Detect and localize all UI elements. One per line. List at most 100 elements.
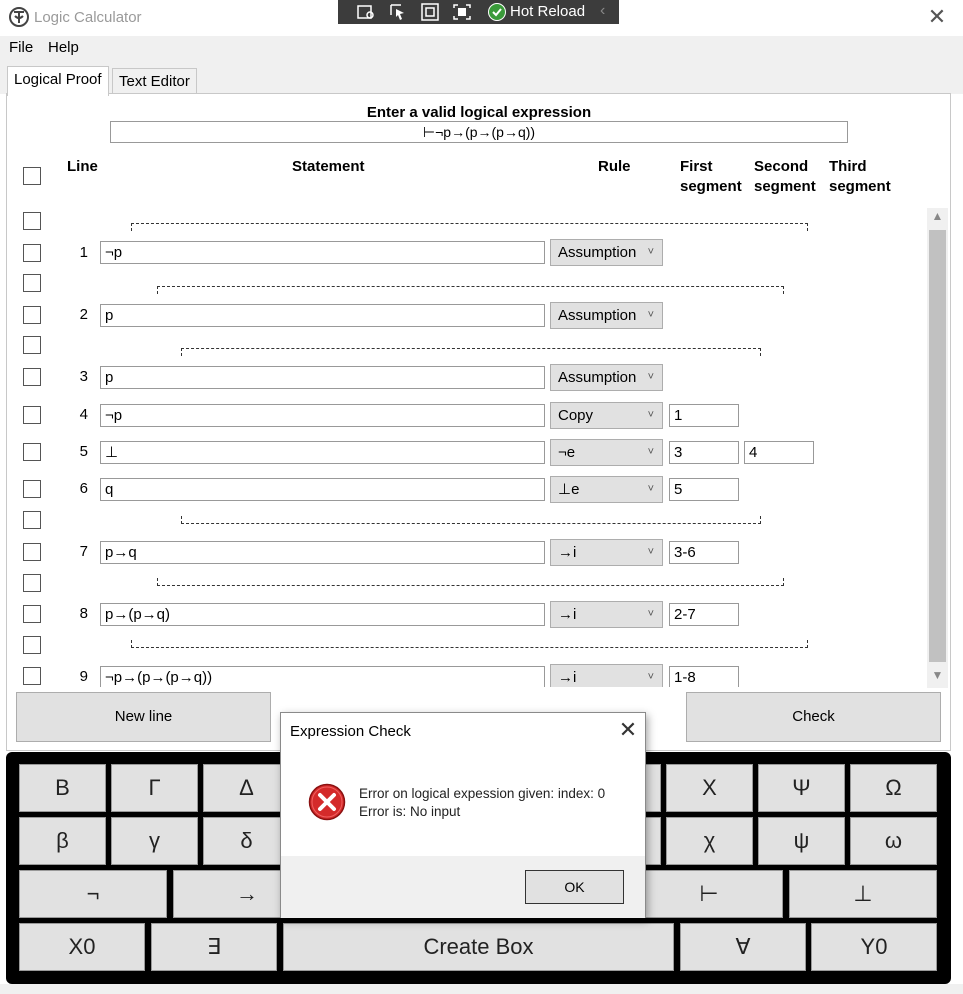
key-chi[interactable]: χ	[666, 817, 753, 865]
rule-dropdown[interactable]: →i ˅	[550, 664, 663, 687]
dialog-close-button[interactable]: ✕	[615, 717, 641, 743]
chevron-down-icon: ˅	[647, 309, 654, 321]
statement-input[interactable]: ⊥	[100, 441, 545, 464]
key-turnstile[interactable]: ⊢	[635, 870, 783, 918]
hot-reload-label[interactable]: Hot Reload	[510, 3, 585, 20]
statement-input[interactable]: p→(p→q)	[100, 603, 545, 626]
key-Beta[interactable]: Β	[19, 764, 106, 812]
dialog-message-line1: Error on logical expession given: index:…	[359, 786, 606, 801]
line-checkbox[interactable]	[23, 605, 41, 623]
key-negation[interactable]: ¬	[19, 870, 167, 918]
key-forall[interactable]: ∀	[680, 923, 806, 971]
rule-value: Copy	[558, 407, 594, 424]
key-beta[interactable]: β	[19, 817, 106, 865]
box-open-bracket	[131, 223, 808, 231]
statement-input[interactable]: p	[100, 304, 545, 327]
expression-input[interactable]: ⊢¬p→(p→(p→q))	[110, 121, 848, 143]
key-Delta[interactable]: Δ	[203, 764, 290, 812]
rule-value: ¬e	[558, 444, 576, 461]
tab-text-editor[interactable]: Text Editor	[112, 68, 197, 94]
first-segment-input[interactable]: 2-7	[669, 603, 739, 626]
rule-dropdown[interactable]: Copy ˅	[550, 402, 663, 429]
chevron-down-icon: ˅	[647, 371, 654, 383]
chevron-down-icon: ˅	[647, 546, 654, 558]
rule-dropdown[interactable]: →i ˅	[550, 601, 663, 628]
line-number: 9	[79, 668, 88, 685]
menu-file[interactable]: File	[9, 39, 33, 56]
statement-input[interactable]: ¬p→(p→(p→q))	[100, 666, 545, 687]
second-segment-input[interactable]: 4	[744, 441, 814, 464]
key-Psi[interactable]: Ψ	[758, 764, 845, 812]
key-gamma[interactable]: γ	[111, 817, 198, 865]
box-row-checkbox[interactable]	[23, 212, 41, 230]
first-segment-input[interactable]: 1-8	[669, 666, 739, 687]
line-number: 3	[79, 368, 88, 385]
dialog-message-line2: Error is: No input	[359, 804, 461, 819]
statement-input[interactable]: p	[100, 366, 545, 389]
box-open-bracket	[181, 348, 761, 356]
rule-dropdown[interactable]: →i ˅	[550, 539, 663, 566]
rule-dropdown[interactable]: Assumption ˅	[550, 239, 663, 266]
key-Gamma[interactable]: Γ	[111, 764, 198, 812]
check-button[interactable]: Check	[686, 692, 941, 742]
box-row-checkbox[interactable]	[23, 511, 41, 529]
line-checkbox[interactable]	[23, 406, 41, 424]
key-Chi[interactable]: Χ	[666, 764, 753, 812]
box-row-checkbox[interactable]	[23, 574, 41, 592]
collapse-chevron-icon[interactable]: ‹	[600, 2, 605, 20]
select-element-icon[interactable]	[356, 3, 376, 21]
first-segment-input[interactable]: 1	[669, 404, 739, 427]
line-checkbox[interactable]	[23, 667, 41, 685]
key-exists[interactable]: ∃	[151, 923, 277, 971]
statement-input[interactable]: ¬p	[100, 404, 545, 427]
window-close-button[interactable]: ✕	[924, 4, 950, 30]
ok-button[interactable]: OK	[525, 870, 624, 904]
scrollbar-thumb[interactable]	[929, 230, 946, 662]
key-delta[interactable]: δ	[203, 817, 290, 865]
line-checkbox[interactable]	[23, 443, 41, 461]
statement-input[interactable]: p→q	[100, 541, 545, 564]
first-segment-input[interactable]: 3-6	[669, 541, 739, 564]
key-y0[interactable]: Y0	[811, 923, 937, 971]
key-psi[interactable]: ψ	[758, 817, 845, 865]
box-row-checkbox[interactable]	[23, 336, 41, 354]
rule-dropdown[interactable]: Assumption ˅	[550, 302, 663, 329]
pointer-icon[interactable]	[388, 3, 408, 21]
statement-input[interactable]: q	[100, 478, 545, 501]
first-segment-input[interactable]: 3	[669, 441, 739, 464]
rule-dropdown[interactable]: Assumption ˅	[550, 364, 663, 391]
menu-bar	[0, 36, 963, 58]
chevron-down-icon: ˅	[647, 246, 654, 258]
hot-reload-toolbar: Hot Reload ‹	[338, 0, 619, 24]
line-checkbox[interactable]	[23, 480, 41, 498]
rule-value: →i	[558, 544, 577, 561]
create-box-button[interactable]: Create Box	[283, 923, 674, 971]
key-Omega[interactable]: Ω	[850, 764, 937, 812]
window-bottom-edge	[0, 984, 963, 994]
key-bottom[interactable]: ⊥	[789, 870, 937, 918]
layout-adorner-icon[interactable]	[420, 3, 440, 21]
line-checkbox[interactable]	[23, 306, 41, 324]
box-row-checkbox[interactable]	[23, 274, 41, 292]
key-omega[interactable]: ω	[850, 817, 937, 865]
rule-dropdown[interactable]: ⊥e ˅	[550, 476, 663, 503]
box-row-checkbox[interactable]	[23, 636, 41, 654]
first-segment-input[interactable]: 5	[669, 478, 739, 501]
select-all-checkbox[interactable]	[23, 167, 41, 185]
scroll-down-icon[interactable]: ▼	[929, 668, 946, 686]
header-third-word: Third	[829, 158, 867, 175]
scroll-up-icon[interactable]: ▲	[929, 209, 946, 227]
tab-logical-proof[interactable]: Logical Proof	[7, 66, 109, 96]
rule-dropdown[interactable]: ¬e ˅	[550, 439, 663, 466]
track-focus-icon[interactable]	[452, 3, 472, 21]
window-title: Logic Calculator	[34, 9, 142, 26]
new-line-button[interactable]: New line	[16, 692, 271, 742]
header-second-segment: Second segment	[754, 157, 816, 197]
line-checkbox[interactable]	[23, 543, 41, 561]
line-checkbox[interactable]	[23, 244, 41, 262]
chevron-down-icon: ˅	[647, 446, 654, 458]
line-checkbox[interactable]	[23, 368, 41, 386]
key-x0[interactable]: X0	[19, 923, 145, 971]
statement-input[interactable]: ¬p	[100, 241, 545, 264]
menu-help[interactable]: Help	[48, 39, 79, 56]
